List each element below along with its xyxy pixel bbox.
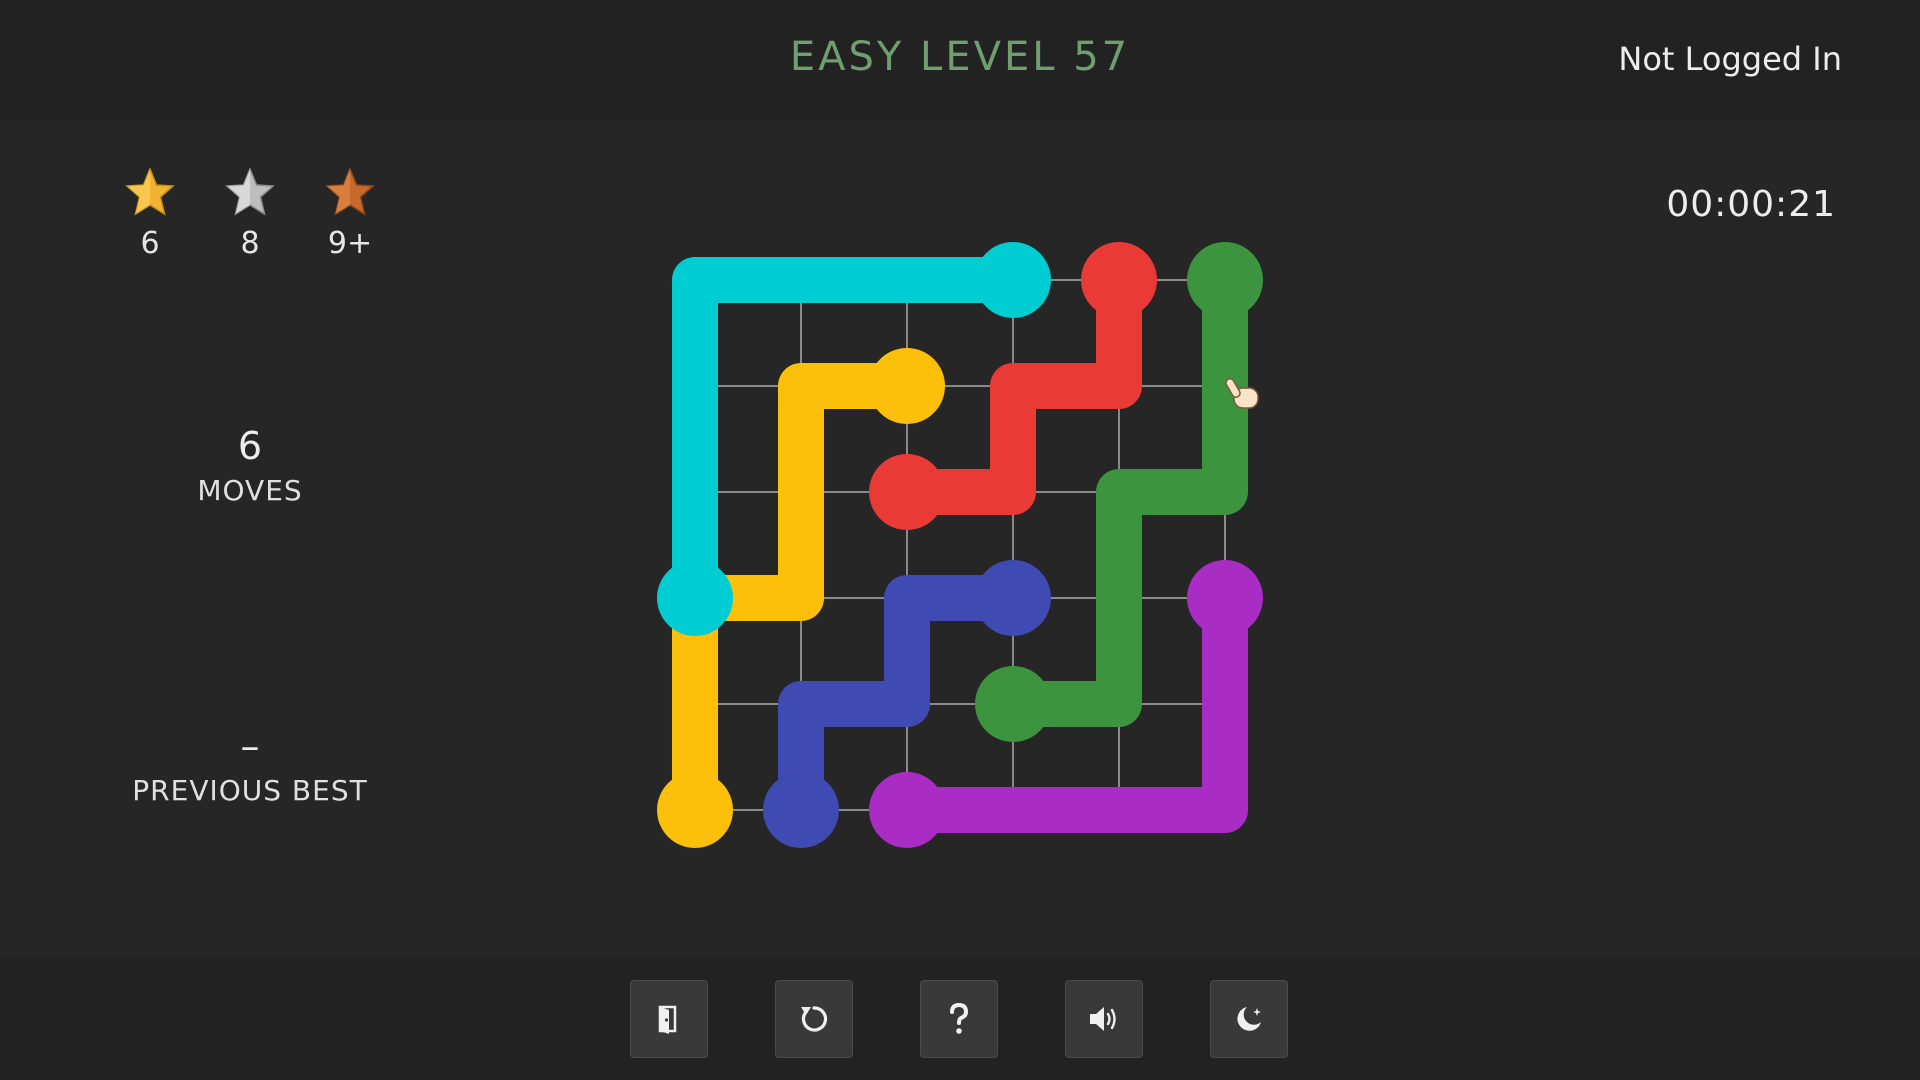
- moves-label: MOVES: [197, 474, 303, 507]
- game-timer: 00:00:21: [1666, 184, 1836, 225]
- sound-button[interactable]: [1065, 980, 1143, 1058]
- silver-star-moves: 8: [240, 226, 260, 261]
- night-mode-button[interactable]: [1210, 980, 1288, 1058]
- silver-star-threshold: 8: [220, 168, 280, 261]
- restart-icon: [801, 1006, 828, 1032]
- login-status-link[interactable]: Not Logged In: [1618, 40, 1842, 78]
- bronze-star-moves: 9+: [327, 226, 373, 261]
- exit-door-icon: [658, 1005, 677, 1034]
- silver-star-icon: [225, 168, 275, 216]
- flow-endpoint-dot[interactable]: [1081, 242, 1157, 318]
- question-mark-icon: [950, 1002, 969, 1034]
- previous-best-value: –: [240, 724, 260, 768]
- flow-endpoint-dot[interactable]: [869, 772, 945, 848]
- flow-endpoint-dot[interactable]: [869, 454, 945, 530]
- flow-endpoint-dot[interactable]: [763, 772, 839, 848]
- flow-path-cyan: [672, 257, 1036, 621]
- moves-count: 6: [237, 424, 263, 468]
- flow-endpoint-dot[interactable]: [869, 348, 945, 424]
- bronze-star-threshold: 9+: [320, 168, 380, 261]
- restart-button[interactable]: [775, 980, 853, 1058]
- flow-endpoint-dot[interactable]: [1187, 242, 1263, 318]
- flow-endpoint-dot[interactable]: [975, 666, 1051, 742]
- gold-star-moves: 6: [140, 226, 160, 261]
- moves-stat: 6 MOVES: [120, 424, 380, 507]
- flow-endpoint-dot[interactable]: [1187, 560, 1263, 636]
- gold-star-threshold: 6: [120, 168, 180, 261]
- help-button[interactable]: [920, 980, 998, 1058]
- flow-endpoint-dot[interactable]: [657, 772, 733, 848]
- previous-best-label: PREVIOUS BEST: [132, 774, 368, 807]
- flow-endpoint-dot[interactable]: [975, 560, 1051, 636]
- moon-icon: [1237, 1007, 1261, 1031]
- previous-best-stat: – PREVIOUS BEST: [120, 724, 380, 807]
- bronze-star-icon: [325, 168, 375, 216]
- exit-button[interactable]: [630, 980, 708, 1058]
- speaker-icon: [1090, 1007, 1116, 1031]
- star-thresholds: 6 8 9+: [120, 168, 390, 268]
- top-bar: EASY LEVEL 57 Not Logged In: [0, 0, 1920, 120]
- flow-endpoint-dot[interactable]: [657, 560, 733, 636]
- gold-star-icon: [125, 168, 175, 216]
- game-board[interactable]: [640, 225, 1280, 865]
- flow-endpoint-dot[interactable]: [975, 242, 1051, 318]
